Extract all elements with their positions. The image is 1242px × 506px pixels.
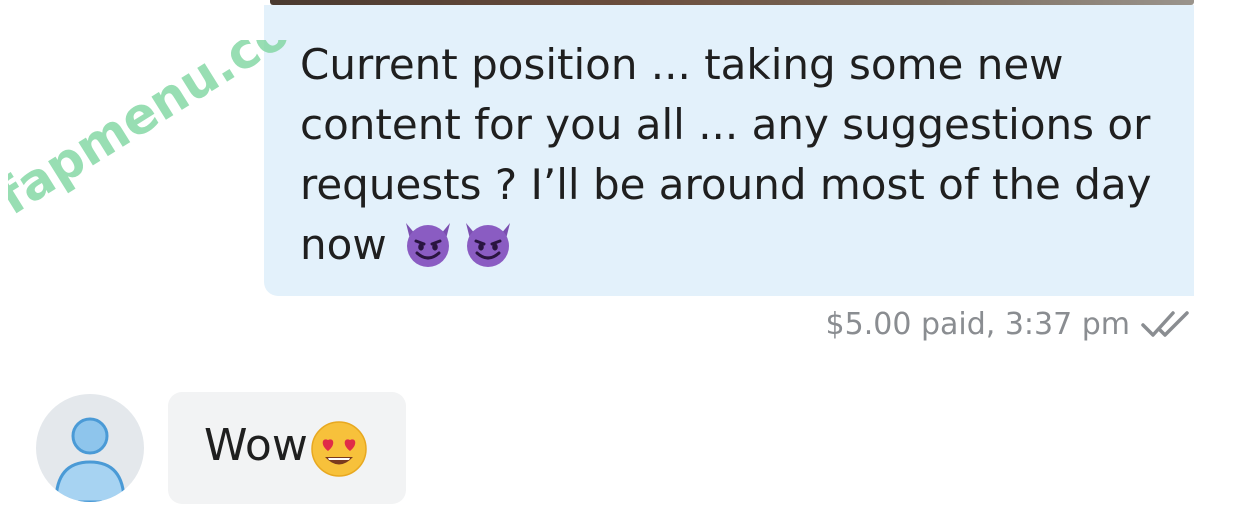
received-message-text: Wow bbox=[204, 420, 308, 471]
double-check-icon bbox=[1141, 311, 1189, 337]
smiling-imp-icon bbox=[466, 223, 511, 267]
smiling-imp-icon bbox=[406, 223, 451, 267]
svg-text:fapmenu.com: fapmenu.com bbox=[8, 40, 308, 226]
sent-message-text: Current position ... taking some new con… bbox=[300, 40, 1152, 269]
watermark-logo: fapmenu.com bbox=[8, 40, 308, 226]
message-meta: $5.00 paid, 3:37 pm bbox=[826, 304, 1194, 344]
default-user-avatar-icon bbox=[54, 417, 126, 502]
avatar[interactable] bbox=[36, 394, 144, 502]
paid-timestamp: $5.00 paid, 3:37 pm bbox=[825, 306, 1130, 342]
heart-eyes-icon bbox=[311, 421, 367, 477]
chat-thread: Current position ... taking some new con… bbox=[0, 0, 1242, 506]
sent-message-bubble[interactable]: Current position ... taking some new con… bbox=[264, 5, 1194, 296]
received-message-bubble[interactable]: Wow bbox=[168, 392, 406, 504]
